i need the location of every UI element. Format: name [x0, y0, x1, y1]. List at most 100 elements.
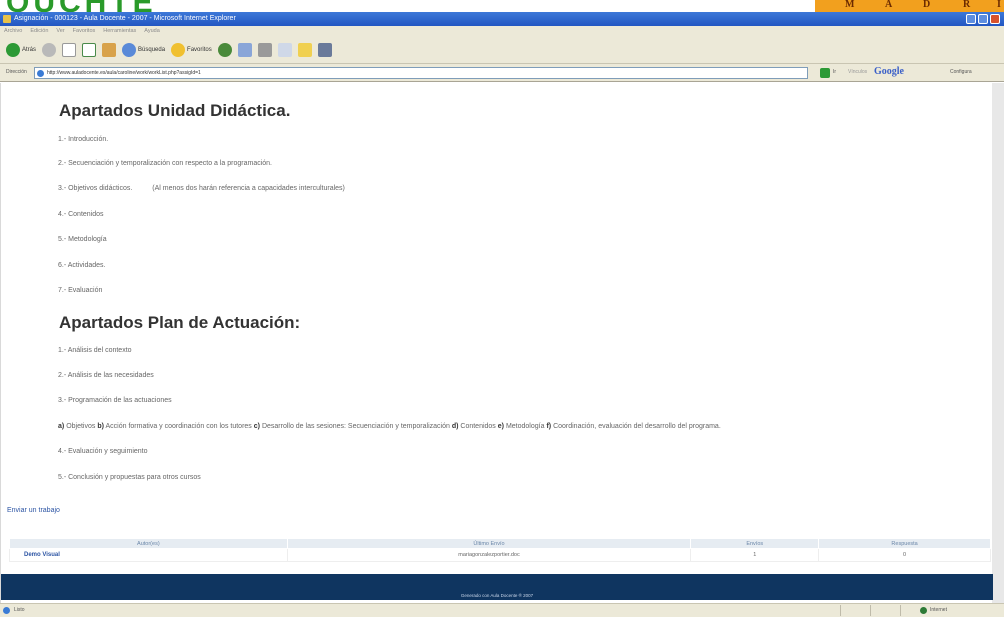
- home-icon[interactable]: [102, 42, 117, 57]
- menu-archivo[interactable]: Archivo: [4, 26, 22, 36]
- plan-title: Apartados Plan de Actuación:: [59, 313, 301, 332]
- author-cell[interactable]: Demo Visual: [9, 548, 288, 562]
- address-label: Dirección: [6, 69, 27, 75]
- menu-herramientas[interactable]: Herramientas: [103, 26, 136, 36]
- site-logo: OUCHTE: [6, 0, 157, 12]
- close-button[interactable]: [990, 14, 1000, 24]
- plan-item: 2.- Análisis de las necesidades: [58, 372, 154, 379]
- back-button[interactable]: Atrás: [6, 42, 37, 57]
- column-header[interactable]: Autor(es): [9, 538, 288, 549]
- unidad-item-note: (Al menos dos harán referencia a capacid…: [152, 185, 345, 192]
- table-row: Demo Visual mariagonzalezportier.doc 1 0: [9, 548, 991, 562]
- star-icon: [171, 42, 186, 57]
- back-label: Atrás: [22, 46, 37, 53]
- search-icon: [122, 42, 137, 57]
- folder-icon[interactable]: [297, 42, 312, 57]
- page-footer: Generado con Aula Docente ® 2007: [1, 574, 993, 600]
- history-icon[interactable]: [217, 42, 232, 57]
- stop-icon[interactable]: [62, 42, 77, 57]
- subitem-letter: b): [97, 423, 104, 430]
- search-label: Búsqueda: [138, 46, 166, 53]
- madrid-letter: M: [845, 0, 855, 10]
- column-header[interactable]: Envíos: [690, 538, 820, 549]
- maximize-button[interactable]: [978, 14, 988, 24]
- column-header[interactable]: Respuesta: [818, 538, 991, 549]
- madrid-banner: M A D R I: [815, 0, 1004, 12]
- links-label[interactable]: Vínculos: [848, 69, 867, 75]
- status-text: Listo: [14, 607, 25, 613]
- url-field[interactable]: http://www.auladocente.es/aula/caroline/…: [34, 67, 808, 79]
- favorites-button[interactable]: Favoritos: [171, 42, 212, 57]
- site-banner: OUCHTE M A D R I: [0, 0, 1004, 12]
- unidad-item: 2.- Secuenciación y temporalización con …: [58, 160, 273, 167]
- subitem-text: Objetivos: [66, 423, 96, 430]
- minimize-button[interactable]: [966, 14, 976, 24]
- go-button[interactable]: [820, 68, 830, 78]
- page-icon: [37, 70, 44, 77]
- mail-icon[interactable]: [237, 42, 252, 57]
- reply-cell: 0: [818, 548, 991, 562]
- subitem-text: Acción formativa y coordinación con los …: [105, 423, 252, 430]
- internet-zone-icon: [920, 607, 927, 614]
- unidad-title: Apartados Unidad Didáctica.: [59, 101, 291, 120]
- window-title: Asignación - 000123 - Aula Docente - 200…: [14, 15, 236, 22]
- unidad-item: 7.- Evaluación: [58, 287, 103, 294]
- page-status-icon: [3, 607, 10, 614]
- back-arrow-icon: [6, 42, 20, 57]
- madrid-letter: D: [923, 0, 931, 10]
- subitem-text: Metodología: [505, 423, 545, 430]
- unidad-item-label: 3.- Objetivos didácticos.: [58, 185, 133, 192]
- plan-item: 5.- Conclusión y propuestas para otros c…: [58, 474, 201, 481]
- page-content: Apartados Unidad Didáctica. 1.- Introduc…: [0, 83, 1004, 603]
- messenger-icon[interactable]: [317, 42, 332, 57]
- window-controls: [966, 14, 1000, 24]
- column-header[interactable]: Último Envío: [286, 538, 692, 549]
- status-bar: Listo Internet: [0, 603, 1004, 617]
- madrid-letter: R: [963, 0, 971, 10]
- subitem-text: Contenidos: [460, 423, 496, 430]
- menu-ayuda[interactable]: Ayuda: [144, 26, 160, 36]
- table-header-row: Autor(es) Último Envío Envíos Respuesta: [9, 538, 991, 549]
- forward-arrow-icon[interactable]: [42, 42, 57, 57]
- print-icon[interactable]: [257, 42, 272, 57]
- address-bar: Dirección http://www.auladocente.es/aula…: [0, 64, 1004, 82]
- madrid-letter: I: [997, 0, 1001, 10]
- ie-icon: [3, 15, 11, 23]
- go-label[interactable]: Ir: [833, 69, 836, 75]
- madrid-letter: A: [885, 0, 893, 10]
- unidad-item: 4.- Contenidos: [58, 211, 104, 218]
- zone-text: Internet: [930, 607, 947, 613]
- edit-icon[interactable]: [277, 42, 292, 57]
- unidad-item: 6.- Actividades.: [58, 262, 106, 269]
- menu-edicion[interactable]: Edición: [30, 26, 48, 36]
- plan-item: 3.- Programación de las actuaciones: [58, 397, 172, 404]
- status-divider: [900, 605, 901, 616]
- toolbar: Atrás Búsqueda Favoritos: [0, 36, 1004, 64]
- menu-ver[interactable]: Ver: [56, 26, 64, 36]
- subitem-text: Desarrollo de las sesiones: Secuenciació…: [261, 423, 450, 430]
- status-divider: [840, 605, 841, 616]
- submit-work-link[interactable]: Enviar un trabajo: [7, 507, 60, 514]
- submissions-table: Autor(es) Último Envío Envíos Respuesta …: [9, 538, 991, 562]
- plan-item: 4.- Evaluación y seguimiento: [58, 448, 148, 455]
- google-toolbar-logo[interactable]: Google: [874, 66, 904, 77]
- menu-favoritos[interactable]: Favoritos: [73, 26, 96, 36]
- configure-button[interactable]: Configura: [950, 69, 972, 75]
- unidad-item: 5.- Metodología: [58, 236, 107, 243]
- subitem-letter: f): [546, 423, 552, 430]
- submissions-count-cell: 1: [690, 548, 820, 562]
- url-text: http://www.auladocente.es/aula/caroline/…: [47, 70, 201, 76]
- search-button[interactable]: Búsqueda: [122, 42, 166, 57]
- refresh-icon[interactable]: [82, 42, 97, 57]
- subitem-letter: c): [253, 423, 260, 430]
- window-titlebar[interactable]: Asignación - 000123 - Aula Docente - 200…: [0, 12, 1004, 26]
- unidad-item: 1.- Introducción.: [58, 136, 109, 143]
- last-submission-cell[interactable]: mariagonzalezportier.doc: [286, 548, 692, 562]
- plan-subitems: a) Objetivos b) Acción formativa y coord…: [58, 423, 721, 430]
- subitem-text: Coordinación, evaluación del desarrollo …: [553, 423, 721, 430]
- browser-window: OUCHTE M A D R I Asignación - 000123 - A…: [0, 0, 1004, 617]
- subitem-letter: d): [451, 423, 459, 430]
- menu-bar: Archivo Edición Ver Favoritos Herramient…: [0, 26, 1004, 36]
- plan-item: 1.- Análisis del contexto: [58, 347, 132, 354]
- favorites-label: Favoritos: [187, 46, 212, 53]
